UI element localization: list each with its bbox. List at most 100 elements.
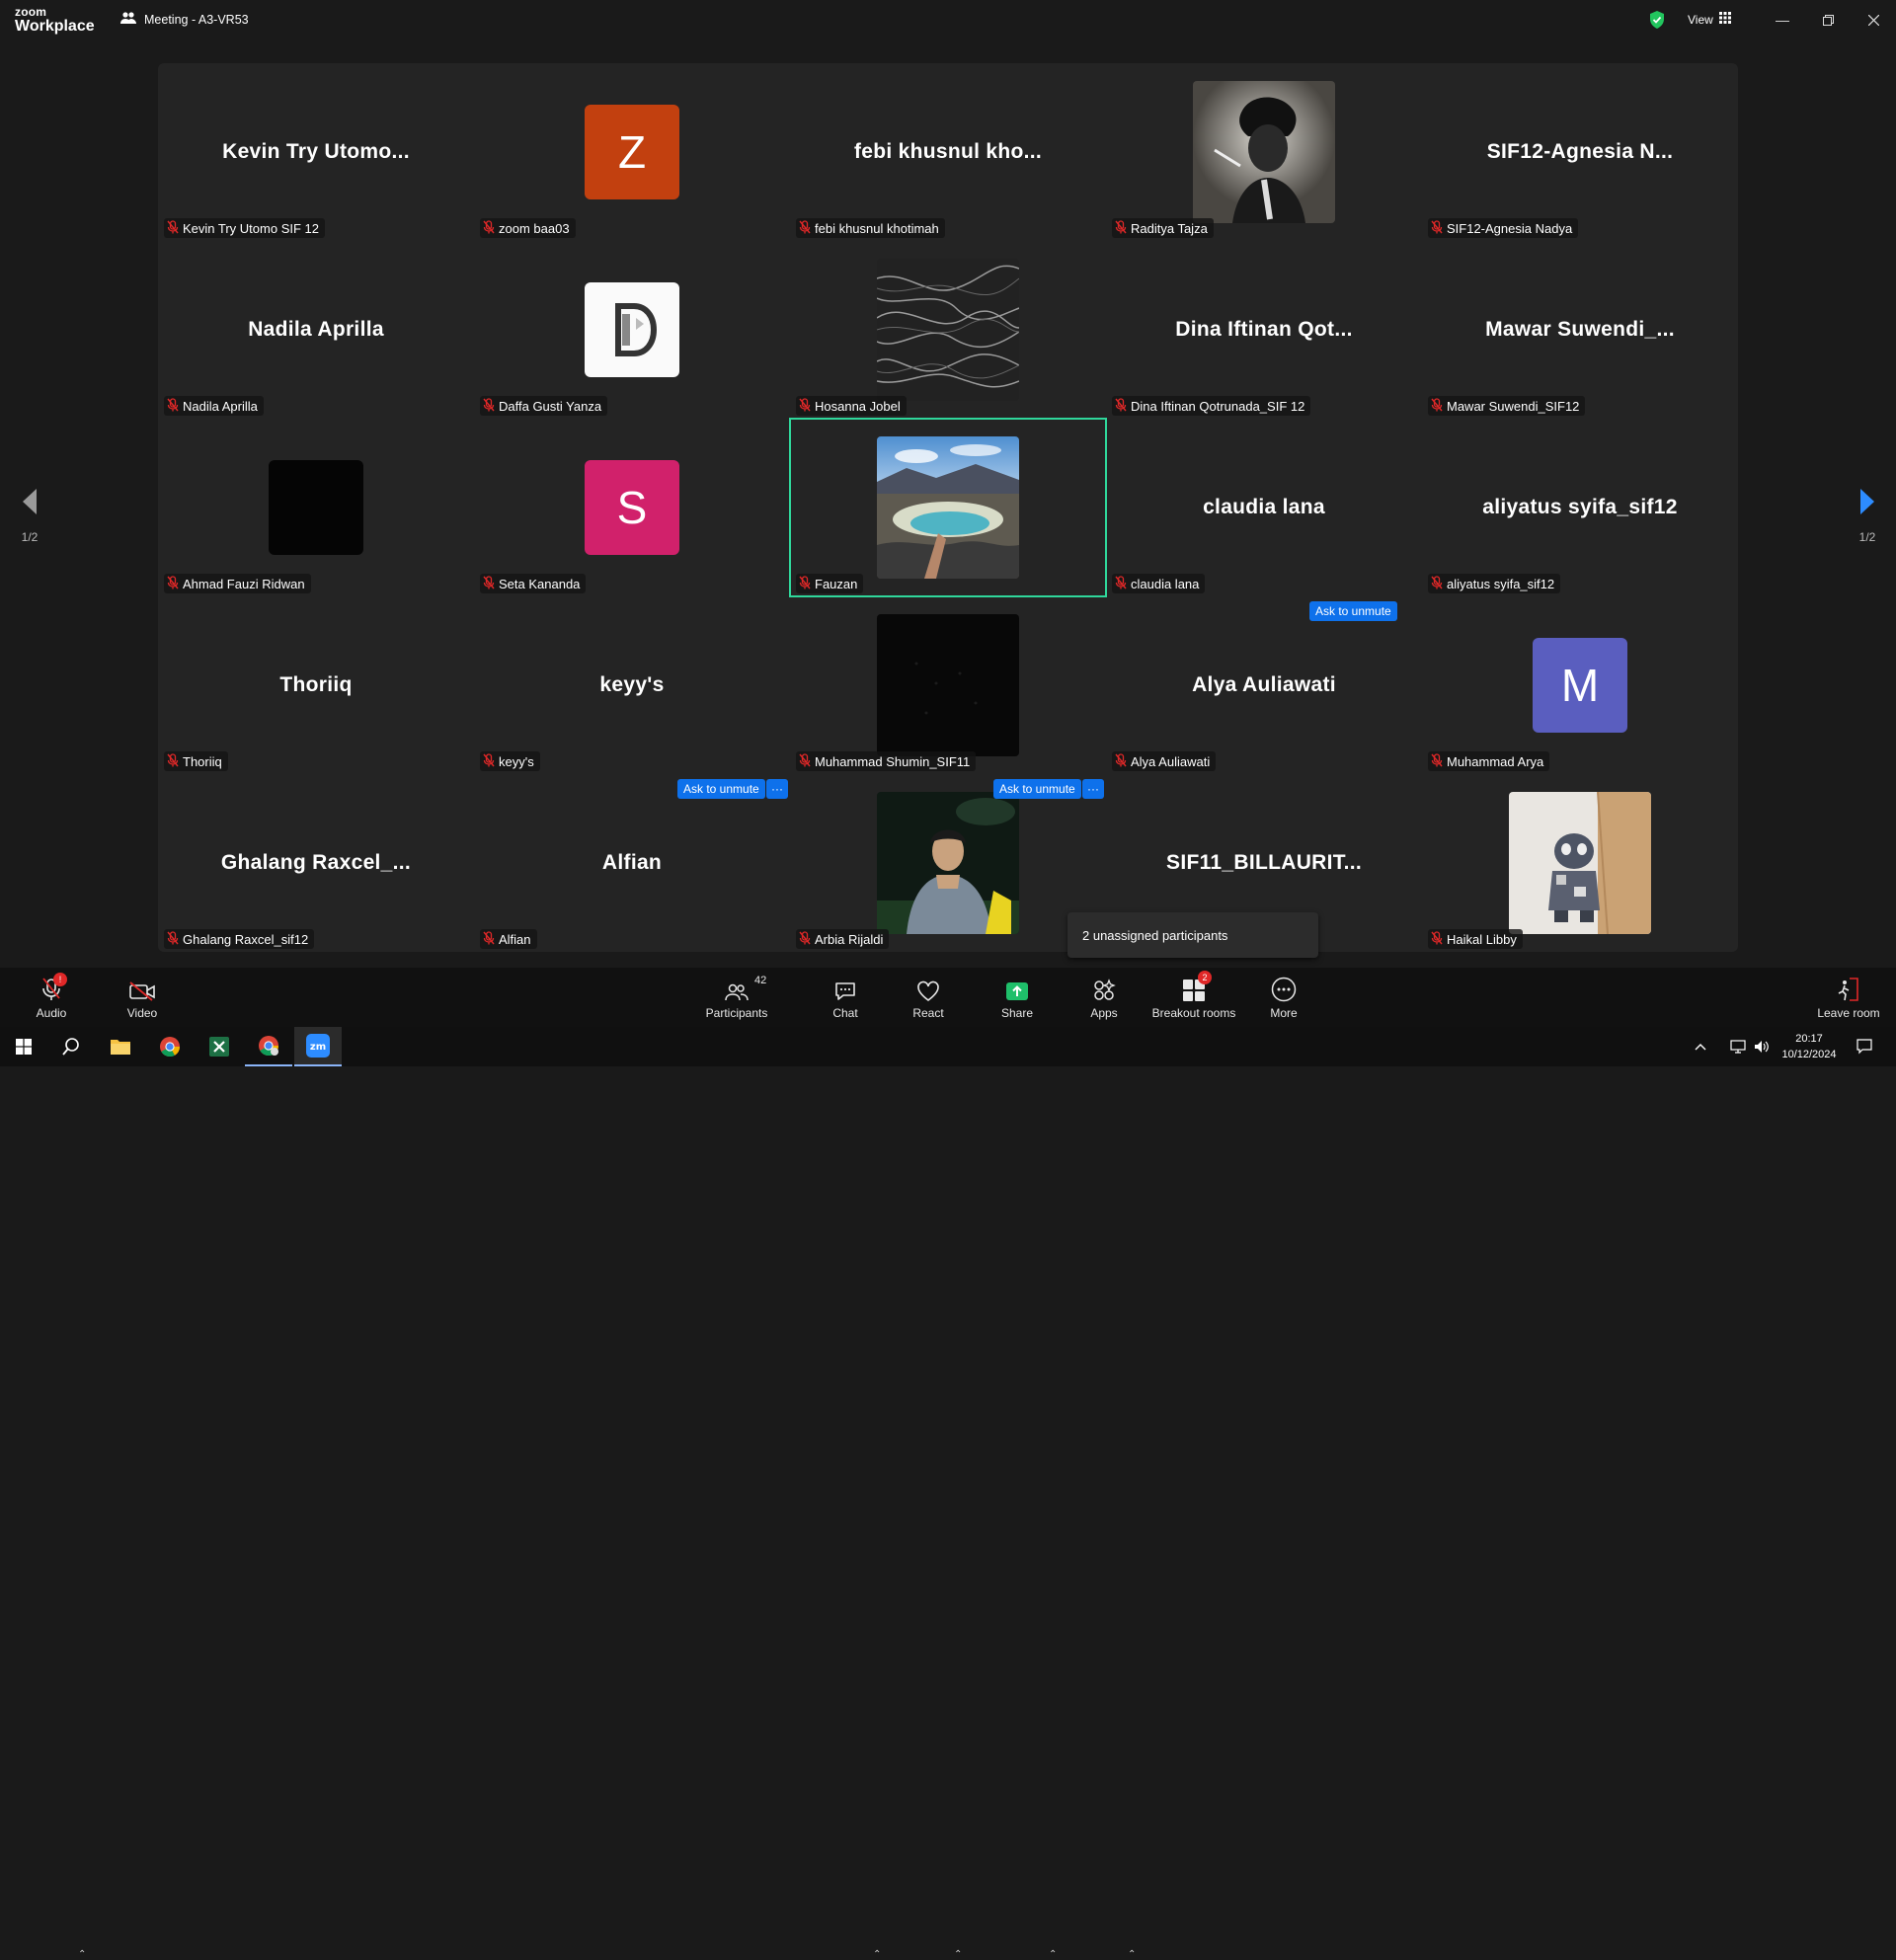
ask-to-unmute-button[interactable]: Ask to unmute	[1309, 601, 1397, 621]
participant-name-label: keyy's	[480, 751, 540, 771]
search-icon[interactable]	[47, 1027, 95, 1066]
participant-name-label: SIF12-Agnesia Nadya	[1428, 218, 1579, 238]
participant-tile[interactable]: Fauzan	[789, 418, 1107, 597]
participant-tile[interactable]: keyy's keyy's	[474, 596, 790, 774]
chrome-icon[interactable]	[146, 1027, 194, 1066]
next-page-button[interactable]: 1/2	[1848, 488, 1887, 544]
restore-icon[interactable]	[1805, 0, 1851, 39]
participant-name: Alya Auliawati	[1131, 753, 1211, 769]
audio-button[interactable]: ! Audio	[32, 968, 71, 1027]
previous-page-button[interactable]: 1/2	[10, 488, 49, 544]
participant-tile[interactable]: Thoriiq Thoriiq	[158, 596, 474, 774]
participant-tile[interactable]: Ghalang Raxcel_... Ghalang Raxcel_sif12	[158, 774, 474, 952]
arrow-right-icon	[1860, 489, 1874, 514]
file-explorer-icon[interactable]	[97, 1027, 144, 1066]
page-indicator-right: 1/2	[1858, 530, 1876, 544]
participant-name-label: febi khusnul khotimah	[796, 218, 945, 238]
participant-video-area: Dina Iftinan Qot...	[1106, 241, 1422, 419]
participant-tile[interactable]: Dina Iftinan Qot... Dina Iftinan Qotrunad…	[1106, 241, 1422, 419]
volume-icon[interactable]	[1750, 1027, 1774, 1066]
ask-to-unmute-button[interactable]: Ask to unmute	[993, 779, 1081, 799]
participant-display-name: Mawar Suwendi_...	[1485, 318, 1675, 341]
react-button[interactable]: React	[908, 968, 948, 1027]
audio-alert-badge: !	[53, 973, 67, 986]
participant-tile[interactable]: Haikal Libby	[1422, 774, 1738, 952]
participants-button[interactable]: 42 Participants	[697, 968, 776, 1027]
participant-name-label: Raditya Tajza	[1112, 218, 1214, 238]
participant-tile[interactable]: Alfian Alfian	[474, 774, 790, 952]
participant-display-name: Dina Iftinan Qot...	[1175, 318, 1353, 341]
encryption-shield-icon[interactable]	[1649, 11, 1665, 34]
unassigned-text: 2 unassigned participants	[1082, 927, 1228, 943]
video-button[interactable]: Video	[122, 968, 162, 1027]
participant-photo	[877, 259, 1019, 401]
more-options-button[interactable]: ···	[1082, 779, 1104, 799]
participant-tile[interactable]: Arbia Rijaldi	[790, 774, 1106, 952]
participant-name: zoom baa03	[499, 220, 570, 236]
share-options-caret[interactable]: ⌃	[1049, 1949, 1057, 1960]
unassigned-participants-popup[interactable]: 2 unassigned participants	[1067, 912, 1318, 958]
excel-icon[interactable]	[196, 1027, 243, 1066]
close-icon[interactable]	[1851, 0, 1896, 39]
apps-button[interactable]: Apps	[1084, 968, 1124, 1027]
view-button[interactable]: View	[1688, 12, 1731, 27]
participant-name-label: Alya Auliawati	[1112, 751, 1217, 771]
muted-microphone-icon	[799, 397, 811, 415]
participant-display-name: aliyatus syifa_sif12	[1482, 496, 1678, 518]
participant-name: Haikal Libby	[1447, 931, 1517, 947]
participant-name: Muhammad Shumin_SIF11	[815, 753, 971, 769]
participant-video-area	[790, 596, 1106, 774]
participant-tile[interactable]: Raditya Tajza	[1106, 63, 1422, 241]
participant-tile[interactable]: Zzoom baa03	[474, 63, 790, 241]
more-options-button[interactable]: ···	[766, 779, 788, 799]
participant-video-area	[790, 241, 1106, 419]
participant-video-area	[790, 774, 1106, 952]
participant-name-label: Fauzan	[796, 574, 864, 593]
participant-tile[interactable]: S Seta Kananda	[474, 419, 790, 596]
participant-tile[interactable]: Alya Auliawati Alya Auliawati	[1106, 596, 1422, 774]
apps-options-caret[interactable]: ⌃	[1128, 1949, 1136, 1960]
share-button[interactable]: Share	[997, 968, 1037, 1027]
audio-options-caret[interactable]: ⌃	[78, 1949, 86, 1960]
breakout-rooms-button[interactable]: 2 Breakout rooms	[1151, 968, 1236, 1027]
zoom-app-icon[interactable]: zm	[294, 1027, 342, 1066]
participant-tile[interactable]: febi khusnul kho... febi khusnul khotimah	[790, 63, 1106, 241]
participant-tile[interactable]: Mawar Suwendi_... Mawar Suwendi_SIF12	[1422, 241, 1738, 419]
meeting-title[interactable]: Meeting - A3-VR53	[120, 11, 249, 28]
participant-display-name: keyy's	[599, 673, 665, 696]
participant-video-area: febi khusnul kho...	[790, 63, 1106, 241]
muted-microphone-icon	[483, 930, 495, 948]
participant-tile[interactable]: SIF12-Agnesia N... SIF12-Agnesia Nadya	[1422, 63, 1738, 241]
more-button[interactable]: More	[1264, 968, 1304, 1027]
leave-room-button[interactable]: Leave room	[1813, 968, 1884, 1027]
network-icon[interactable]	[1726, 1027, 1750, 1066]
chat-button[interactable]: Chat	[826, 968, 865, 1027]
participant-tile[interactable]: Muhammad Shumin_SIF11	[790, 596, 1106, 774]
participant-name: Mawar Suwendi_SIF12	[1447, 398, 1580, 414]
participant-tile[interactable]: Nadila Aprilla Nadila Aprilla	[158, 241, 474, 419]
participant-video-area	[1422, 774, 1738, 952]
notification-icon[interactable]	[1853, 1027, 1876, 1066]
participant-tile[interactable]: M Muhammad Arya	[1422, 596, 1738, 774]
participant-tile[interactable]: claudia lana claudia lana	[1106, 419, 1422, 596]
svg-text:zm: zm	[310, 1042, 326, 1053]
muted-microphone-icon	[1115, 219, 1127, 237]
react-options-caret[interactable]: ⌃	[954, 1949, 962, 1960]
avatar: S	[585, 460, 679, 555]
participant-tile[interactable]: Ahmad Fauzi Ridwan	[158, 419, 474, 596]
participant-name: aliyatus syifa_sif12	[1447, 576, 1555, 591]
show-hidden-icons-icon[interactable]	[1689, 1027, 1712, 1066]
minimize-icon[interactable]: —	[1760, 0, 1805, 39]
participant-tile[interactable]: Kevin Try Utomo... Kevin Try Utomo SIF 12	[158, 63, 474, 241]
participant-name: Dina Iftinan Qotrunada_SIF 12	[1131, 398, 1305, 414]
participant-name: keyy's	[499, 753, 534, 769]
chrome-profile-icon[interactable]	[245, 1027, 292, 1066]
participant-tile[interactable]: aliyatus syifa_sif12 aliyatus syifa_sif12	[1422, 419, 1738, 596]
clock-date: 10/12/2024	[1781, 1049, 1837, 1060]
participant-tile[interactable]: Hosanna Jobel	[790, 241, 1106, 419]
ask-to-unmute-button[interactable]: Ask to unmute	[677, 779, 765, 799]
taskbar-clock[interactable]: 20:17 10/12/2024	[1778, 1031, 1841, 1062]
participant-tile[interactable]: Daffa Gusti Yanza	[474, 241, 790, 419]
windows-start-icon[interactable]	[0, 1027, 47, 1066]
chat-options-caret[interactable]: ⌃	[873, 1949, 881, 1960]
